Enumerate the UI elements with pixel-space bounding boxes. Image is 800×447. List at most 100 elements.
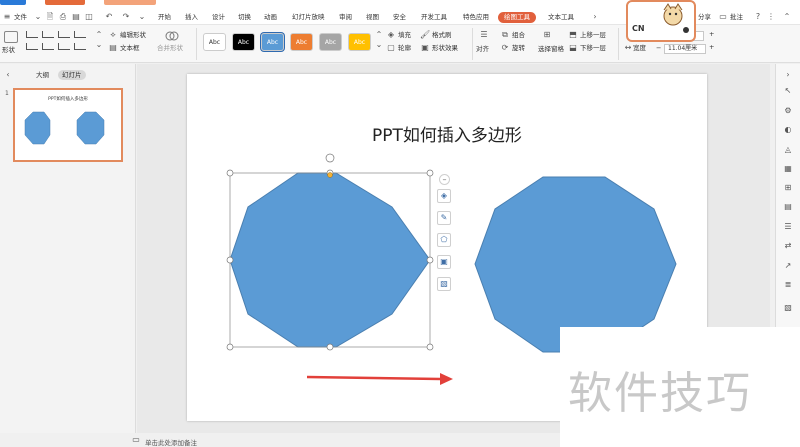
connector-curve-icon-3[interactable] xyxy=(58,43,70,50)
file-menu[interactable]: 文件 xyxy=(14,12,27,23)
gallery-down-icon[interactable]: ⌄ xyxy=(94,40,104,50)
frame-icon[interactable]: ▣ xyxy=(437,255,451,269)
send-backward-button[interactable]: 下移一层 xyxy=(580,44,606,53)
align-button[interactable]: 对齐 xyxy=(476,45,489,54)
undo-icon[interactable]: ↶ xyxy=(104,12,114,22)
save-icon[interactable]: 🗎 xyxy=(45,12,55,22)
textbox-button[interactable]: 文本框 xyxy=(120,44,140,53)
watermark: 软件技巧 xyxy=(560,327,800,447)
connector-elbow-icon[interactable] xyxy=(26,31,38,38)
share-button[interactable]: 分享 xyxy=(698,12,711,23)
gallery-up-icon[interactable]: ⌃ xyxy=(94,30,104,40)
shape-button[interactable]: 形状 xyxy=(2,46,15,55)
table-icon[interactable]: ▦ xyxy=(782,163,794,175)
comment-icon[interactable]: ▭ xyxy=(718,12,728,22)
bring-forward-button[interactable]: 上移一层 xyxy=(580,31,606,40)
merge-shape-button[interactable]: 合并形状 xyxy=(157,44,183,53)
layout-icon[interactable]: ▤ xyxy=(782,201,794,213)
connector-elbow-icon-4[interactable] xyxy=(74,31,86,38)
document-tab[interactable] xyxy=(45,0,85,5)
tab-9[interactable]: 开发工具 xyxy=(421,12,447,23)
home-tab[interactable] xyxy=(0,0,26,5)
preview-icon[interactable]: ◫ xyxy=(84,12,94,22)
connector-curve-icon-4[interactable] xyxy=(74,43,86,50)
format-painter-button[interactable]: 格式刷 xyxy=(432,31,452,40)
tab-10[interactable]: 特色应用 xyxy=(463,12,489,23)
fill-icon: ◈ xyxy=(387,30,395,39)
connector-curve-icon-2[interactable] xyxy=(42,43,54,50)
collapse-float-icon[interactable]: – xyxy=(439,174,450,185)
shape-style-swatch[interactable]: Abc xyxy=(290,33,313,51)
tab-slides[interactable]: 幻灯片 xyxy=(58,70,86,80)
connector-elbow-icon-3[interactable] xyxy=(58,31,70,38)
tab-8[interactable]: 安全 xyxy=(393,12,406,23)
share-panel-icon[interactable]: ↗ xyxy=(782,260,794,272)
pen-icon[interactable]: ✎ xyxy=(437,211,451,225)
slide-number: 1 xyxy=(5,90,9,97)
ribbon-separator xyxy=(196,28,197,60)
selection-pane-button[interactable]: 选择窗格 xyxy=(538,45,564,54)
more-icon[interactable]: ⋮ xyxy=(766,12,776,22)
tab-4[interactable]: 动画 xyxy=(264,12,277,23)
grid-icon[interactable]: ⊞ xyxy=(782,182,794,194)
settings-icon[interactable]: ⚙ xyxy=(782,105,794,117)
height-plus-button[interactable]: + xyxy=(709,30,714,39)
selection-pane-icon: ⊞ xyxy=(543,30,551,39)
rotate-button[interactable]: 旋转 xyxy=(512,44,525,53)
shape-effects-button[interactable]: 形状效果 xyxy=(432,44,458,53)
shape-style-swatch[interactable]: Abc xyxy=(232,33,255,51)
tab-outline[interactable]: 大纲 xyxy=(32,70,53,80)
width-field[interactable]: 11.04厘米 xyxy=(664,44,706,54)
tab-0[interactable]: 开始 xyxy=(158,12,171,23)
group-button[interactable]: 组合 xyxy=(512,31,525,40)
picture-icon[interactable]: ▧ xyxy=(437,277,451,291)
list-icon[interactable]: ≣ xyxy=(782,279,794,291)
width-minus-button[interactable]: − xyxy=(656,44,661,53)
style-up-icon[interactable]: ⌃ xyxy=(374,30,384,40)
fill-button[interactable]: 填充 xyxy=(398,31,411,40)
menu-icon[interactable]: ≡ xyxy=(2,12,12,22)
tab-1[interactable]: 插入 xyxy=(185,12,198,23)
chevron-down-icon[interactable]: ⌄ xyxy=(33,12,43,22)
layers-icon[interactable]: ◈ xyxy=(437,189,451,203)
tab-text-tools[interactable]: 文本工具 xyxy=(548,12,574,23)
image-icon[interactable]: ▧ xyxy=(782,302,794,314)
paint-icon[interactable]: ◐ xyxy=(782,124,794,136)
customize-icon[interactable]: ⌄ xyxy=(137,12,147,22)
redo-icon[interactable]: ↷ xyxy=(121,12,131,22)
outline-button[interactable]: 轮廓 xyxy=(398,44,411,53)
document-tab-2[interactable] xyxy=(104,0,156,5)
print-icon[interactable]: ▤ xyxy=(71,12,81,22)
shape-gallery-icon[interactable] xyxy=(4,31,18,43)
help-icon[interactable]: ? xyxy=(753,12,763,22)
collapse-ribbon-icon[interactable]: ⌃ xyxy=(782,12,792,22)
width-plus-button[interactable]: + xyxy=(709,43,714,52)
sliders-icon[interactable]: ☰ xyxy=(782,221,794,233)
shape-fill-icon[interactable]: ⬠ xyxy=(437,233,451,247)
cursor-icon[interactable]: ↖ xyxy=(782,85,794,97)
comment-button[interactable]: 批注 xyxy=(730,12,743,23)
adjust-handle xyxy=(327,172,333,178)
notes-placeholder[interactable]: 单击此处添加备注 xyxy=(145,437,197,447)
expand-icon[interactable]: › xyxy=(782,69,794,81)
export-icon[interactable]: ⎙ xyxy=(58,12,68,22)
transition-icon[interactable]: ⇄ xyxy=(782,240,794,252)
edit-shape-button[interactable]: 编辑形状 xyxy=(120,31,146,40)
tab-6[interactable]: 审阅 xyxy=(339,12,352,23)
style-down-icon[interactable]: ⌄ xyxy=(374,40,384,50)
tab-3[interactable]: 切换 xyxy=(238,12,251,23)
shape-style-swatch[interactable]: Abc xyxy=(319,33,342,51)
collapse-panel-icon[interactable]: ‹ xyxy=(3,70,13,80)
tab-5[interactable]: 幻灯片放映 xyxy=(292,12,325,23)
slide-thumbnail[interactable]: PPT如何插入多边形 xyxy=(13,88,123,162)
tab-7[interactable]: 视图 xyxy=(366,12,379,23)
fill-bucket-icon[interactable]: ◬ xyxy=(782,144,794,156)
connector-curve-icon[interactable] xyxy=(26,43,38,50)
tab-2[interactable]: 设计 xyxy=(212,12,225,23)
shape-style-swatch[interactable]: Abc xyxy=(261,33,284,51)
shape-style-swatch[interactable]: Abc xyxy=(348,33,371,51)
connector-elbow-icon-2[interactable] xyxy=(42,31,54,38)
shape-style-swatch[interactable]: Abc xyxy=(203,33,226,51)
more-tabs-icon[interactable]: › xyxy=(590,12,600,22)
tab-drawing-tools[interactable]: 绘图工具 xyxy=(498,12,536,23)
